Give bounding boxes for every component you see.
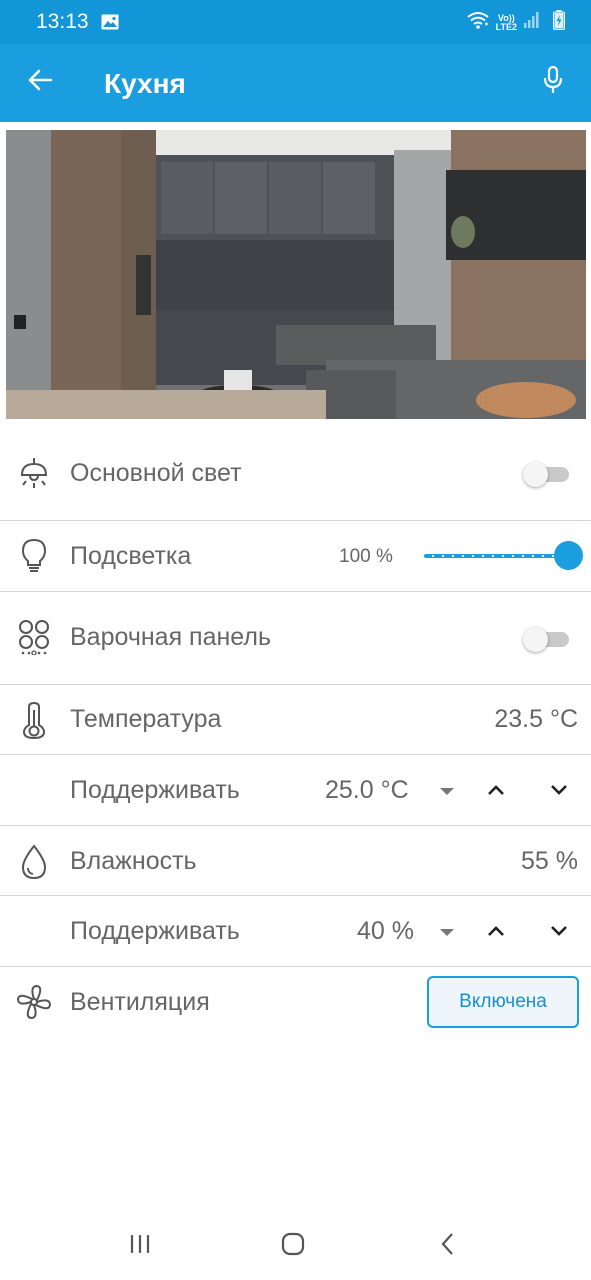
toggle-knob xyxy=(523,462,548,487)
main-light-toggle[interactable] xyxy=(523,462,569,487)
humidity-increase-button[interactable] xyxy=(479,914,513,948)
fan-icon xyxy=(14,982,54,1022)
humidity-row: Влажность 55 % xyxy=(0,826,591,896)
bulb-icon xyxy=(14,536,54,576)
microphone-icon xyxy=(542,65,564,99)
chevron-down-icon xyxy=(551,926,567,936)
ventilation-toggle-button[interactable]: Включена xyxy=(427,976,579,1028)
humidity-value: 55 % xyxy=(521,847,578,875)
chevron-down-icon xyxy=(551,785,567,795)
battery-charging-icon xyxy=(553,10,565,35)
status-bar: 13:13 Vo)) LTE2 xyxy=(0,0,591,44)
temperature-row: Температура 23.5 °C xyxy=(0,685,591,755)
chevron-up-icon xyxy=(488,926,504,936)
temperature-decrease-button[interactable] xyxy=(542,773,576,807)
dropdown-arrow-icon[interactable] xyxy=(440,788,454,795)
system-nav-bar xyxy=(0,1200,591,1280)
signal-icon xyxy=(523,11,539,34)
recent-apps-icon[interactable] xyxy=(120,1226,160,1262)
status-indicators: Vo)) LTE2 xyxy=(466,10,565,35)
back-nav-icon[interactable] xyxy=(428,1226,468,1262)
backlight-label: Подсветка xyxy=(70,542,192,570)
cooktop-toggle[interactable] xyxy=(523,627,569,652)
temperature-setpoint-label: Поддерживать xyxy=(70,776,240,804)
humidity-setpoint-row: Поддерживать 40 % xyxy=(0,896,591,967)
home-icon[interactable] xyxy=(273,1226,313,1262)
cooktop-row: Варочная панель xyxy=(0,592,591,685)
cooktop-icon xyxy=(14,617,54,657)
gallery-icon xyxy=(101,14,119,35)
main-light-label: Основной свет xyxy=(70,459,242,487)
humidity-decrease-button[interactable] xyxy=(542,914,576,948)
temperature-setpoint-value[interactable]: 25.0 °C xyxy=(325,776,409,805)
wifi-icon xyxy=(466,10,490,35)
temperature-value: 23.5 °C xyxy=(494,705,578,733)
cooktop-label: Варочная панель xyxy=(70,623,271,651)
app-bar: Кухня xyxy=(0,44,591,122)
backlight-slider[interactable] xyxy=(424,541,583,571)
backlight-level-text: 100 % xyxy=(339,546,393,567)
status-time: 13:13 xyxy=(36,10,89,33)
humidity-setpoint-label: Поддерживать xyxy=(70,917,240,945)
toggle-knob xyxy=(523,627,548,652)
backlight-row: Подсветка 100 % xyxy=(0,521,591,592)
humidity-setpoint-value[interactable]: 40 % xyxy=(357,917,414,946)
room-photo xyxy=(6,130,586,419)
back-button[interactable] xyxy=(22,64,58,100)
humidity-label: Влажность xyxy=(70,847,197,875)
voice-button[interactable] xyxy=(535,64,571,100)
arrow-left-icon xyxy=(27,67,53,98)
ventilation-label: Вентиляция xyxy=(70,988,210,1016)
thermometer-icon xyxy=(14,700,54,740)
dropdown-arrow-icon[interactable] xyxy=(440,929,454,936)
temperature-setpoint-row: Поддерживать 25.0 °C xyxy=(0,755,591,826)
chevron-up-icon xyxy=(488,785,504,795)
lte-indicator: Vo)) LTE2 xyxy=(495,13,517,32)
page-title: Кухня xyxy=(104,68,186,99)
slider-thumb[interactable] xyxy=(554,541,583,570)
temperature-increase-button[interactable] xyxy=(479,773,513,807)
slider-ticks xyxy=(428,555,568,557)
ceiling-lamp-icon xyxy=(14,453,54,493)
droplet-icon xyxy=(14,842,54,882)
lte-line2: LTE2 xyxy=(495,21,517,32)
temperature-label: Температура xyxy=(70,705,222,733)
main-light-row: Основной свет xyxy=(0,426,591,521)
